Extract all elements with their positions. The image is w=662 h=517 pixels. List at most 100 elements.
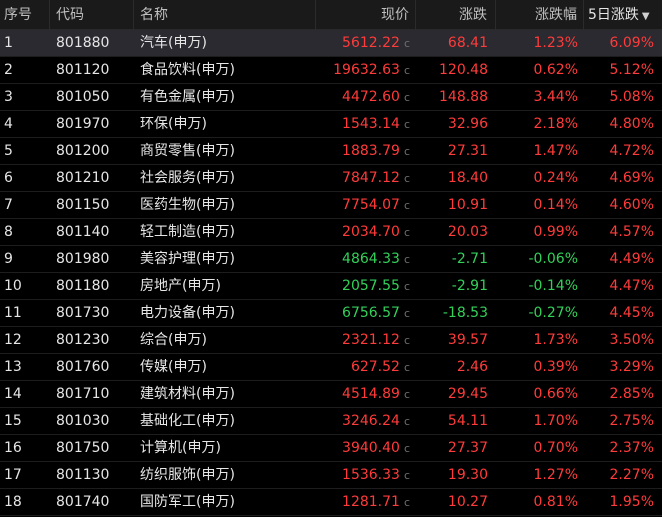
- row-code: 801740: [56, 494, 110, 510]
- row-price-value: 6756.57: [342, 305, 400, 321]
- row-name: 纺织服饰(申万): [140, 467, 235, 483]
- row-change: 39.57: [447, 332, 488, 348]
- row-price-value: 19632.63: [333, 62, 400, 78]
- row-code: 801230: [56, 332, 110, 348]
- row-five-day: 4.45%: [609, 305, 654, 321]
- row-price-value: 7754.07: [342, 197, 400, 213]
- close-mark: c: [403, 496, 410, 509]
- row-price-value: 2034.70: [342, 224, 400, 240]
- col-header-code[interactable]: 代码: [50, 0, 134, 29]
- row-name: 有色金属(申万): [140, 89, 235, 105]
- table-row[interactable]: 3 801050 有色金属(申万) 4472.60 c 148.88 3.44% 5.08%: [0, 84, 662, 111]
- row-pct: 1.70%: [533, 413, 578, 429]
- row-price-value: 627.52: [350, 359, 400, 375]
- table-row[interactable]: 16 801750 计算机(申万) 3940.40 c 27.37 0.70% 2.37%: [0, 435, 662, 462]
- row-pct: 3.44%: [533, 89, 578, 105]
- row-pct: 1.47%: [533, 143, 578, 159]
- table-row[interactable]: 14 801710 建筑材料(申万) 4514.89 c 29.45 0.66% 2.85%: [0, 381, 662, 408]
- row-name: 计算机(申万): [140, 440, 221, 456]
- close-mark: c: [403, 118, 410, 131]
- row-pct: 1.23%: [533, 35, 578, 51]
- row-change: 68.41: [447, 35, 488, 51]
- table-row[interactable]: 2 801120 食品饮料(申万) 19632.63 c 120.48 0.62% 5.12%: [0, 57, 662, 84]
- row-code: 801050: [56, 89, 110, 105]
- row-change: 120.48: [439, 62, 488, 78]
- row-price: 2034.70 c: [316, 219, 416, 245]
- table-row[interactable]: 17 801130 纺织服饰(申万) 1536.33 c 19.30 1.27% 2.27%: [0, 462, 662, 489]
- row-index: 14: [4, 386, 22, 402]
- table-body: 1 801880 汽车(申万) 5612.22 c 68.41 1.23% 6.09% 2 801…: [0, 30, 662, 516]
- row-five-day: 5.08%: [609, 89, 654, 105]
- table-row[interactable]: 10 801180 房地产(申万) 2057.55 c -2.91 -0.14% 4.47%: [0, 273, 662, 300]
- table-row[interactable]: 9 801980 美容护理(申万) 4864.33 c -2.71 -0.06% 4.49%: [0, 246, 662, 273]
- row-price-value: 2321.12: [342, 332, 400, 348]
- row-five-day: 4.47%: [609, 278, 654, 294]
- row-five-day: 3.50%: [609, 332, 654, 348]
- row-pct: 1.73%: [533, 332, 578, 348]
- table-row[interactable]: 1 801880 汽车(申万) 5612.22 c 68.41 1.23% 6.09%: [0, 30, 662, 57]
- row-change: 32.96: [447, 116, 488, 132]
- table-row[interactable]: 6 801210 社会服务(申万) 7847.12 c 18.40 0.24% 4.69%: [0, 165, 662, 192]
- row-code: 801200: [56, 143, 110, 159]
- close-mark: c: [403, 64, 410, 77]
- row-change: 19.30: [447, 467, 488, 483]
- table-row[interactable]: 13 801760 传媒(申万) 627.52 c 2.46 0.39% 3.29%: [0, 354, 662, 381]
- row-name: 食品饮料(申万): [140, 62, 235, 78]
- table-row[interactable]: 11 801730 电力设备(申万) 6756.57 c -18.53 -0.27% 4.45…: [0, 300, 662, 327]
- row-name: 国防军工(申万): [140, 494, 235, 510]
- sort-desc-icon[interactable]: ▼: [642, 2, 650, 32]
- col-header-price[interactable]: 现价: [316, 0, 416, 29]
- row-code: 801970: [56, 116, 110, 132]
- table-row[interactable]: 4 801970 环保(申万) 1543.14 c 32.96 2.18% 4.80%: [0, 111, 662, 138]
- row-price-value: 1883.79: [342, 143, 400, 159]
- table-row[interactable]: 7 801150 医药生物(申万) 7754.07 c 10.91 0.14% 4.60%: [0, 192, 662, 219]
- table-header: 序号 代码 名称 现价 涨跌 涨跌幅 5日涨跌 ▼: [0, 0, 662, 30]
- row-price-value: 1536.33: [342, 467, 400, 483]
- row-price: 5612.22 c: [316, 30, 416, 56]
- col-header-pct[interactable]: 涨跌幅: [496, 0, 584, 29]
- row-code: 801730: [56, 305, 110, 321]
- row-code: 801120: [56, 62, 110, 78]
- row-code: 801150: [56, 197, 110, 213]
- row-five-day: 2.37%: [609, 440, 654, 456]
- table-row[interactable]: 12 801230 综合(申万) 2321.12 c 39.57 1.73% 3.50%: [0, 327, 662, 354]
- col-header-change[interactable]: 涨跌: [416, 0, 496, 29]
- row-price: 3246.24 c: [316, 408, 416, 434]
- col-header-five-day[interactable]: 5日涨跌 ▼: [584, 0, 662, 29]
- table-row[interactable]: 8 801140 轻工制造(申万) 2034.70 c 20.03 0.99% 4.57%: [0, 219, 662, 246]
- row-change: 148.88: [439, 89, 488, 105]
- row-change: -18.53: [442, 305, 488, 321]
- row-pct: 2.18%: [533, 116, 578, 132]
- row-index: 2: [4, 62, 13, 78]
- table-row[interactable]: 5 801200 商贸零售(申万) 1883.79 c 27.31 1.47% 4.72%: [0, 138, 662, 165]
- row-name: 社会服务(申万): [140, 170, 235, 186]
- row-index: 15: [4, 413, 22, 429]
- row-code: 801130: [56, 467, 110, 483]
- row-pct: 0.81%: [533, 494, 578, 510]
- row-price: 19632.63 c: [316, 57, 416, 83]
- table-row[interactable]: 15 801030 基础化工(申万) 3246.24 c 54.11 1.70% 2.75%: [0, 408, 662, 435]
- row-price: 2321.12 c: [316, 327, 416, 353]
- close-mark: c: [403, 280, 410, 293]
- row-code: 801140: [56, 224, 110, 240]
- row-index: 11: [4, 305, 22, 321]
- row-price-value: 3246.24: [342, 413, 400, 429]
- row-index: 4: [4, 116, 13, 132]
- row-price: 1536.33 c: [316, 462, 416, 488]
- row-five-day: 4.80%: [609, 116, 654, 132]
- row-change: -2.91: [451, 278, 488, 294]
- row-pct: 0.24%: [533, 170, 578, 186]
- table-row[interactable]: 18 801740 国防军工(申万) 1281.71 c 10.27 0.81% 1.95%: [0, 489, 662, 516]
- row-pct: 0.14%: [533, 197, 578, 213]
- row-price: 4514.89 c: [316, 381, 416, 407]
- row-five-day: 4.57%: [609, 224, 654, 240]
- row-price-value: 1281.71: [342, 494, 400, 510]
- close-mark: c: [403, 91, 410, 104]
- row-five-day: 5.12%: [609, 62, 654, 78]
- row-index: 7: [4, 197, 13, 213]
- col-header-index[interactable]: 序号: [0, 0, 50, 29]
- sector-table: 序号 代码 名称 现价 涨跌 涨跌幅 5日涨跌 ▼ 1 801880 汽车(申万) 56…: [0, 0, 662, 516]
- col-header-name[interactable]: 名称: [134, 0, 316, 29]
- row-index: 16: [4, 440, 22, 456]
- row-five-day: 2.27%: [609, 467, 654, 483]
